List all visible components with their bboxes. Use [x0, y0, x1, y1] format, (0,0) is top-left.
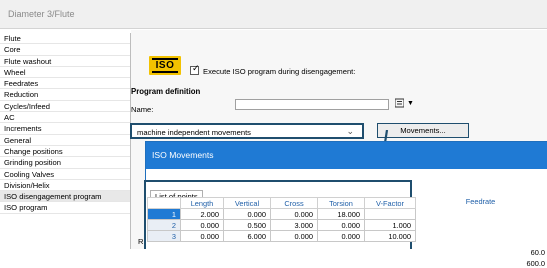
- feedrate-header: Feedrate: [465, 197, 496, 206]
- column-header[interactable]: Torsion: [317, 197, 365, 209]
- column-header[interactable]: Length: [180, 197, 224, 209]
- sidebar-item-iso-disengagement-program[interactable]: ISO disengagement program: [0, 191, 130, 203]
- column-header[interactable]: V-Factor: [364, 197, 416, 209]
- sidebar-item-feedrates[interactable]: Feedrates: [0, 78, 130, 90]
- table-cell[interactable]: 18.000: [317, 208, 365, 220]
- table-cell[interactable]: 6.000: [223, 230, 271, 242]
- execute-iso-checkbox[interactable]: ✓: [190, 63, 200, 75]
- execute-iso-label: Execute ISO program during disengagement…: [203, 67, 356, 76]
- table-cell[interactable]: 0.000: [223, 208, 271, 220]
- table-cell[interactable]: 0.000: [317, 219, 365, 231]
- table-cell[interactable]: 0.000: [270, 208, 318, 220]
- sidebar-item-iso-program[interactable]: ISO program: [0, 202, 130, 214]
- points-grid: Length Vertical Cross Torsion V-Factor 1 2.00…: [147, 197, 416, 242]
- dialog-title: ISO Movements: [152, 150, 214, 160]
- iso-logo-text: ISO: [155, 60, 175, 71]
- feedrate-value[interactable]: 60.0: [531, 248, 545, 257]
- column-header[interactable]: Vertical: [223, 197, 271, 209]
- chevron-down-icon[interactable]: ▼: [407, 100, 414, 107]
- dialog-titlebar: ISO Movements: [146, 142, 547, 169]
- table-cell[interactable]: 0.000: [317, 230, 365, 242]
- column-header[interactable]: Cross: [270, 197, 318, 209]
- side-label: R: [138, 237, 144, 246]
- sidebar-item-ac[interactable]: AC: [0, 112, 130, 124]
- sidebar-item-grinding-position[interactable]: Grinding position: [0, 157, 130, 169]
- list-icon[interactable]: [395, 98, 404, 108]
- sidebar-item-division-helix[interactable]: Division/Helix: [0, 180, 130, 192]
- window-title: Diameter 3/Flute: [8, 9, 75, 19]
- table-cell[interactable]: 1.000: [364, 219, 416, 231]
- table-cell[interactable]: 3.000: [270, 219, 318, 231]
- table-cell[interactable]: 0.000: [180, 219, 224, 231]
- row-index-header: [147, 197, 181, 209]
- table-row[interactable]: 3 0.000 6.000 0.000 0.000 10.000: [147, 230, 416, 242]
- sidebar-item-wheel[interactable]: Wheel: [0, 67, 130, 79]
- row-index[interactable]: 2: [147, 219, 181, 231]
- name-label: Name:: [131, 105, 154, 114]
- sidebar: Flute Core Flute washout Wheel Feedrates Redu…: [0, 33, 131, 249]
- movement-type-value: machine independent movements: [137, 128, 251, 137]
- program-definition-title: Program definition: [131, 87, 201, 96]
- sidebar-item-flute[interactable]: Flute: [0, 33, 130, 45]
- table-row[interactable]: 1 2.000 0.000 0.000 18.000: [147, 208, 416, 220]
- name-input[interactable]: [235, 99, 389, 110]
- feedrate-value[interactable]: 600.0: [527, 259, 546, 268]
- row-index[interactable]: 1: [147, 208, 181, 220]
- sidebar-item-core[interactable]: Core: [0, 44, 130, 56]
- table-cell[interactable]: [364, 208, 416, 220]
- sidebar-item-change-positions[interactable]: Change positions: [0, 146, 130, 158]
- sidebar-item-cycles-infeed[interactable]: Cycles/Infeed: [0, 101, 130, 113]
- window-titlebar: Diameter 3/Flute: [0, 0, 547, 29]
- iso-logo: ISO: [149, 56, 181, 75]
- table-row[interactable]: 2 0.000 0.500 3.000 0.000 1.000: [147, 219, 416, 231]
- sidebar-item-cooling-valves[interactable]: Cooling Valves: [0, 169, 130, 180]
- sidebar-item-increments[interactable]: Increments: [0, 123, 130, 135]
- checkmark-icon: ✓: [192, 63, 200, 73]
- sidebar-item-reduction[interactable]: Reduction: [0, 89, 130, 101]
- sidebar-item-flute-washout[interactable]: Flute washout: [0, 56, 130, 67]
- table-cell[interactable]: 10.000: [364, 230, 416, 242]
- table-cell[interactable]: 0.000: [180, 230, 224, 242]
- table-cell[interactable]: 0.500: [223, 219, 271, 231]
- table-cell[interactable]: 2.000: [180, 208, 224, 220]
- chevron-down-icon: ⌄: [346, 126, 354, 136]
- table-cell[interactable]: 0.000: [270, 230, 318, 242]
- movement-type-select[interactable]: machine independent movements ⌄: [130, 123, 364, 139]
- row-index[interactable]: 3: [147, 230, 181, 242]
- sidebar-item-general[interactable]: General: [0, 135, 130, 146]
